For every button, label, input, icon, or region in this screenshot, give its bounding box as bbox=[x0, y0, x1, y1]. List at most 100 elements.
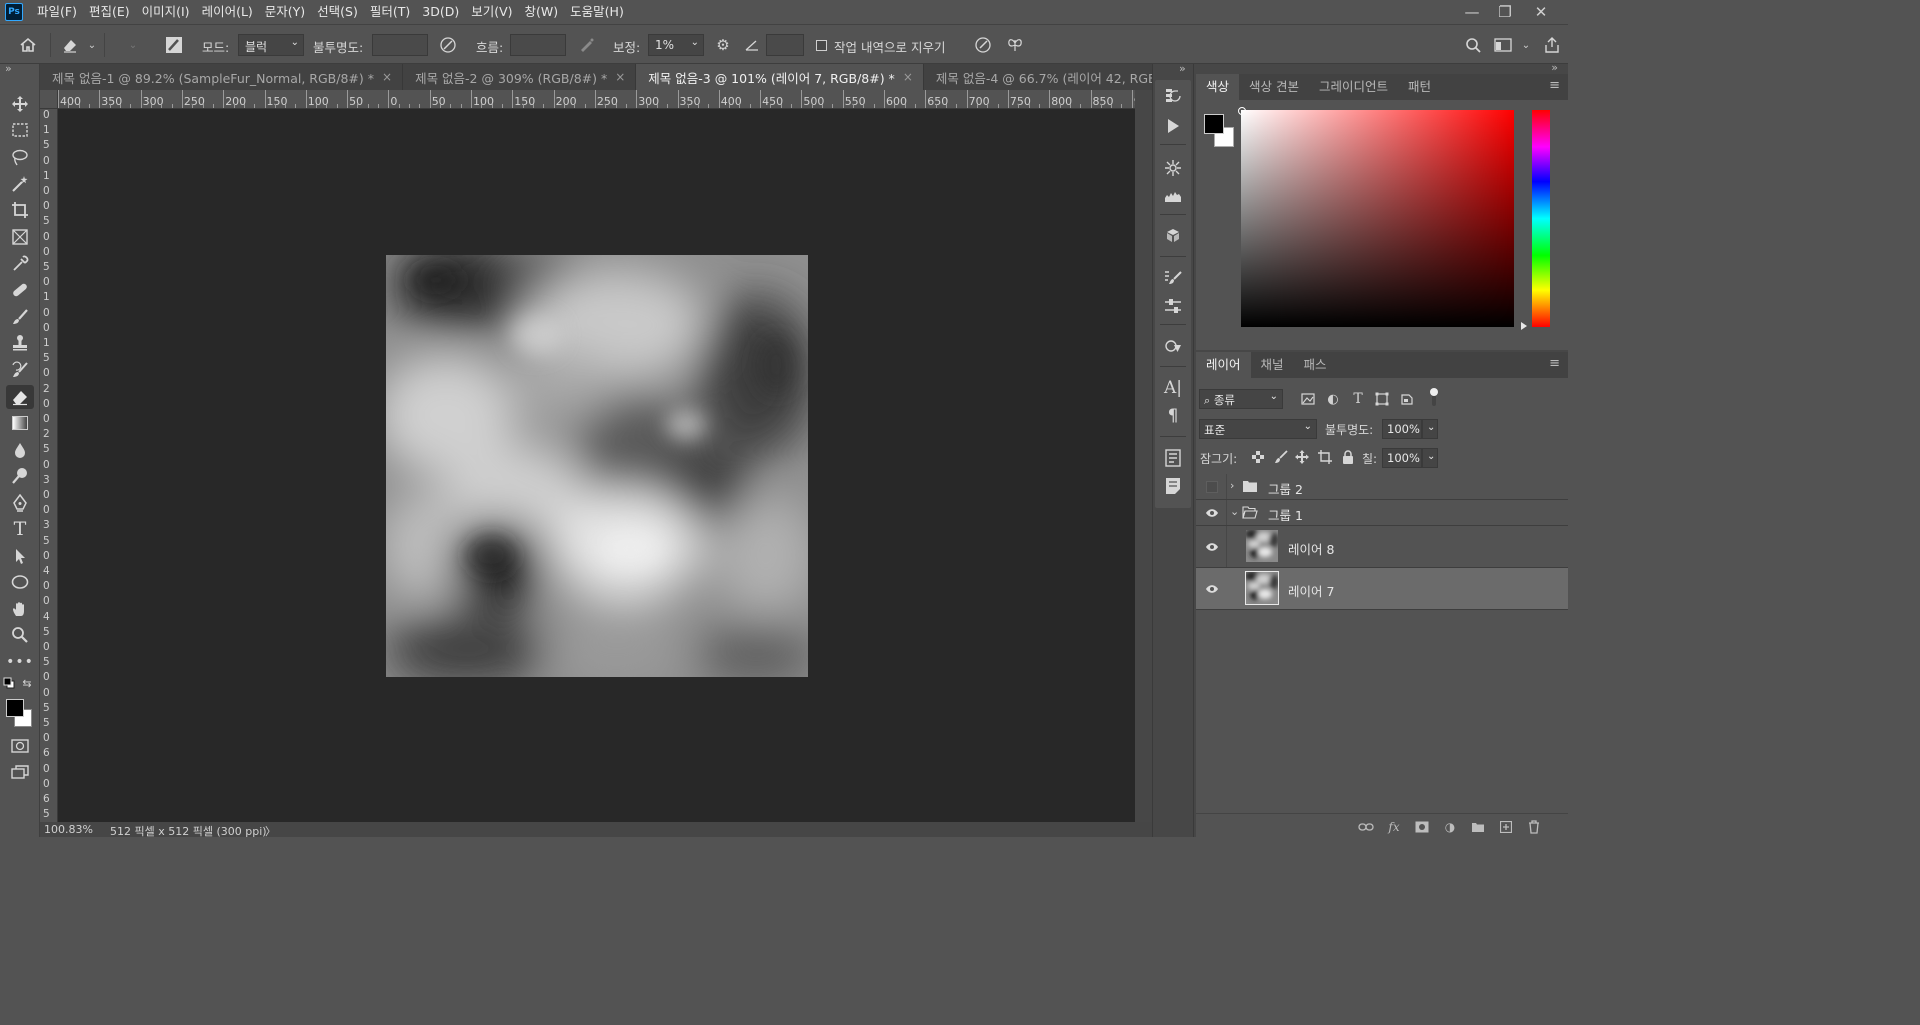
lock-position-icon[interactable] bbox=[1294, 449, 1310, 465]
marquee-tool-icon[interactable] bbox=[6, 118, 34, 142]
layer-thumbnail[interactable] bbox=[1245, 571, 1279, 605]
color-panel-menu-icon[interactable]: ≡ bbox=[1549, 78, 1560, 93]
chevron-right-icon[interactable]: › bbox=[1230, 479, 1234, 492]
angle-field[interactable] bbox=[766, 34, 804, 56]
blend-mode-select[interactable]: 표준 ⌄ bbox=[1199, 419, 1317, 439]
layers-panel-tab[interactable]: 패스 bbox=[1294, 352, 1337, 378]
vertical-scrollbar[interactable] bbox=[1135, 90, 1152, 822]
layers-panel-tab[interactable]: 채널 bbox=[1251, 352, 1294, 378]
workspace-chevron-icon[interactable]: ⌄ bbox=[1516, 35, 1536, 55]
healing-brush-tool-icon[interactable] bbox=[6, 278, 34, 302]
pen-tool-icon[interactable] bbox=[6, 491, 34, 515]
hand-tool-icon[interactable] bbox=[6, 597, 34, 621]
character-panel-icon[interactable]: A| bbox=[1163, 378, 1183, 398]
menu-item[interactable]: 보기(V) bbox=[465, 0, 518, 24]
brush-size-picker[interactable]: ⌄ bbox=[118, 35, 148, 55]
quick-mask-icon[interactable] bbox=[6, 734, 34, 758]
magic-wand-tool-icon[interactable] bbox=[6, 172, 34, 196]
brush-tool-icon[interactable] bbox=[6, 305, 34, 329]
zoom-tool-icon[interactable] bbox=[6, 623, 34, 647]
properties-panel-icon[interactable] bbox=[1163, 448, 1183, 468]
layer-row[interactable]: 레이어 8 bbox=[1196, 526, 1568, 568]
crop-tool-icon[interactable] bbox=[6, 198, 34, 222]
document-tab[interactable]: 제목 없음-2 @ 309% (RGB/8#) * × bbox=[403, 64, 637, 90]
link-layers-icon[interactable] bbox=[1357, 820, 1375, 834]
histogram-panel-icon[interactable] bbox=[1163, 186, 1183, 206]
shapes-panel-icon[interactable] bbox=[1163, 336, 1183, 356]
brush-presets-panel-icon[interactable] bbox=[1163, 296, 1183, 316]
saturation-value-field[interactable] bbox=[1241, 110, 1514, 327]
menu-item[interactable]: 파일(F) bbox=[31, 0, 83, 24]
flow-field[interactable] bbox=[510, 34, 566, 56]
lock-image-pixels-icon[interactable] bbox=[1273, 449, 1289, 465]
layers-panel-menu-icon[interactable]: ≡ bbox=[1549, 356, 1560, 371]
actions-play-icon[interactable] bbox=[1163, 116, 1183, 136]
search-icon[interactable] bbox=[1463, 35, 1483, 55]
lasso-tool-icon[interactable] bbox=[6, 145, 34, 169]
swap-colors-icon[interactable]: ⇆ bbox=[20, 676, 34, 690]
3d-panel-icon[interactable] bbox=[1163, 226, 1183, 246]
filter-shape-layer-icon[interactable] bbox=[1372, 389, 1392, 409]
color-panel-tab[interactable]: 색상 견본 bbox=[1239, 74, 1309, 100]
hue-slider[interactable] bbox=[1532, 110, 1550, 327]
new-layer-icon[interactable] bbox=[1497, 820, 1515, 834]
visibility-toggle[interactable] bbox=[1204, 479, 1220, 495]
layer-group-row[interactable]: › 그룹 2 bbox=[1196, 474, 1568, 500]
smoothing-field[interactable]: 1% ⌄ bbox=[648, 34, 704, 56]
status-menu-arrow[interactable]: 〉 bbox=[265, 823, 276, 839]
brush-settings-panel-icon[interactable] bbox=[1163, 268, 1183, 288]
layer-effects-icon[interactable]: fx bbox=[1385, 820, 1403, 834]
gradient-tool-icon[interactable] bbox=[6, 411, 34, 435]
menu-item[interactable]: 선택(S) bbox=[311, 0, 364, 24]
chevron-down-icon[interactable]: ⌄ bbox=[1230, 505, 1239, 518]
opacity-field[interactable] bbox=[372, 34, 428, 56]
clone-stamp-tool-icon[interactable] bbox=[6, 331, 34, 355]
color-panel-tab[interactable]: 그레이디언트 bbox=[1309, 74, 1398, 100]
color-panel-tab[interactable]: 패턴 bbox=[1398, 74, 1441, 100]
foreground-color-swatch[interactable] bbox=[6, 699, 24, 717]
minimize-button[interactable]: — bbox=[1455, 0, 1489, 24]
dodge-tool-icon[interactable] bbox=[6, 464, 34, 488]
horizontal-ruler[interactable]: 400 350 300 250 200 150 100 50 0 50 100 150 200 250 30… bbox=[58, 90, 1135, 109]
type-tool-icon[interactable]: T bbox=[6, 517, 34, 541]
layer-row[interactable]: 레이어 7 bbox=[1196, 568, 1568, 610]
layers-panel-tab[interactable]: 레이어 bbox=[1196, 352, 1251, 378]
document-tab[interactable]: 제목 없음-3 @ 101% (레이어 7, RGB/8#) * × bbox=[636, 64, 924, 90]
menu-item[interactable]: 이미지(I) bbox=[136, 0, 196, 24]
menu-item[interactable]: 편집(E) bbox=[83, 0, 136, 24]
adjustment-layer-icon[interactable]: ◑ bbox=[1441, 820, 1459, 834]
eye-icon[interactable] bbox=[1204, 539, 1220, 555]
lock-transparent-pixels-icon[interactable] bbox=[1250, 449, 1266, 465]
adjustments-panel-icon[interactable] bbox=[1163, 158, 1183, 178]
brush-settings-icon[interactable] bbox=[164, 35, 184, 55]
ruler-origin[interactable] bbox=[40, 90, 58, 109]
eraser-tool-preset-icon[interactable] bbox=[60, 35, 80, 55]
path-selection-tool-icon[interactable] bbox=[6, 544, 34, 568]
collapse-strip-icon[interactable]: » bbox=[1179, 62, 1186, 75]
collapse-panels-icon[interactable]: » bbox=[1551, 61, 1558, 74]
add-mask-icon[interactable] bbox=[1413, 820, 1431, 834]
document-canvas[interactable] bbox=[386, 255, 808, 677]
gear-icon[interactable]: ⚙ bbox=[713, 35, 733, 55]
notes-panel-icon[interactable] bbox=[1163, 476, 1183, 496]
mode-select[interactable]: 블럭 ⌄ bbox=[238, 34, 304, 56]
lock-all-icon[interactable] bbox=[1340, 449, 1356, 465]
layer-opacity-field[interactable]: 100% bbox=[1382, 419, 1422, 439]
filter-smart-object-icon[interactable] bbox=[1397, 389, 1417, 409]
eye-icon[interactable] bbox=[1204, 505, 1220, 521]
more-tools-icon[interactable]: ••• bbox=[6, 650, 34, 674]
move-tool-icon[interactable] bbox=[6, 92, 34, 116]
menu-item[interactable]: 레이어(L) bbox=[196, 0, 259, 24]
history-panel-icon[interactable] bbox=[1163, 86, 1183, 106]
screen-mode-icon[interactable] bbox=[6, 760, 34, 784]
close-tab-icon[interactable]: × bbox=[615, 70, 625, 84]
restore-button[interactable]: ❐ bbox=[1488, 0, 1522, 24]
color-panel-tab[interactable]: 색상 bbox=[1196, 74, 1240, 100]
layer-filter-kind-select[interactable]: ⌕ 종류 ⌄ bbox=[1199, 389, 1283, 409]
chevron-down-icon[interactable]: ⌄ bbox=[82, 35, 102, 55]
menu-item[interactable]: 3D(D) bbox=[416, 0, 465, 24]
erase-history-checkbox[interactable] bbox=[814, 35, 828, 55]
paragraph-panel-icon[interactable]: ¶ bbox=[1163, 406, 1183, 426]
fill-field[interactable]: 100% bbox=[1382, 448, 1422, 468]
eye-icon[interactable] bbox=[1204, 581, 1220, 597]
